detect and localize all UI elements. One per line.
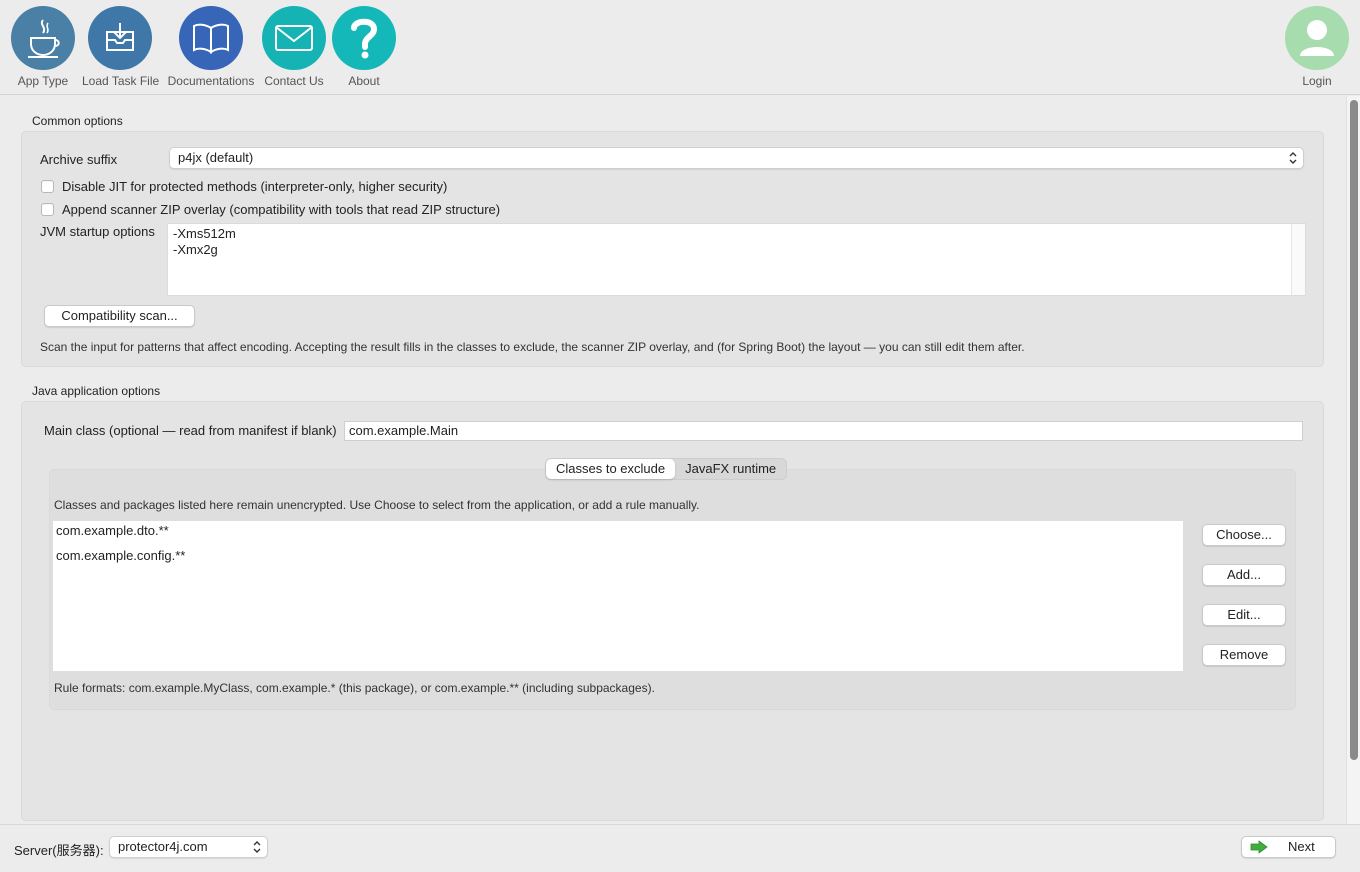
edit-button[interactable]: Edit... — [1202, 604, 1286, 626]
documentations-label: Documentations — [167, 74, 255, 88]
updown-chevron-icon — [1289, 152, 1297, 164]
java-options-title: Java application options — [32, 384, 161, 398]
login-label: Login — [1302, 74, 1332, 88]
append-zip-label: Append scanner ZIP overlay (compatibilit… — [62, 202, 501, 217]
scan-help-text: Scan the input for patterns that affect … — [40, 340, 1025, 354]
toolbar: App Type Load Task File Documentations C… — [0, 0, 1360, 95]
choose-button[interactable]: Choose... — [1202, 524, 1286, 546]
java-cup-icon — [11, 6, 75, 70]
app-type-button[interactable]: App Type — [10, 6, 76, 88]
documentations-button[interactable]: Documentations — [166, 6, 256, 88]
remove-button[interactable]: Remove — [1202, 644, 1286, 666]
main-scrollbar-thumb[interactable] — [1350, 100, 1358, 760]
append-zip-row[interactable]: Append scanner ZIP overlay (compatibilit… — [41, 202, 500, 217]
server-label: Server(服务器): — [14, 843, 104, 858]
jvm-options-textarea[interactable]: -Xms512m -Xmx2g — [167, 223, 1306, 296]
add-button[interactable]: Add... — [1202, 564, 1286, 586]
main-scrollbar[interactable] — [1346, 96, 1360, 824]
append-zip-checkbox[interactable] — [41, 203, 54, 216]
contact-us-button[interactable]: Contact Us — [261, 6, 327, 88]
compatibility-scan-button[interactable]: Compatibility scan... — [44, 305, 195, 327]
rule-formats-text: Rule formats: com.example.MyClass, com.e… — [54, 681, 655, 695]
next-button[interactable]: Next — [1241, 836, 1336, 858]
disable-jit-label: Disable JIT for protected methods (inter… — [62, 179, 448, 194]
next-label: Next — [1288, 839, 1315, 854]
login-button[interactable]: Login — [1284, 6, 1350, 88]
server-select[interactable]: protector4j.com — [109, 836, 268, 858]
user-avatar-icon — [1285, 6, 1349, 70]
archive-suffix-select[interactable]: p4jx (default) — [169, 147, 1304, 169]
server-value: protector4j.com — [118, 839, 208, 854]
load-task-file-button[interactable]: Load Task File — [82, 6, 160, 88]
load-task-file-label: Load Task File — [82, 74, 160, 88]
archive-suffix-value: p4jx (default) — [178, 150, 254, 165]
question-mark-icon — [332, 6, 396, 70]
jvm-option-line: -Xmx2g — [173, 242, 218, 257]
exclusion-tabs: Classes to exclude JavaFX runtime — [545, 458, 788, 480]
footer: Server(服务器): protector4j.com Next — [0, 824, 1360, 872]
main-scroll-area: Common options Archive suffix p4jx (defa… — [0, 96, 1360, 824]
jvm-options-label: JVM startup options — [40, 224, 155, 239]
main-class-input[interactable]: com.example.Main — [344, 421, 1303, 441]
main-class-label: Main class (optional — read from manifes… — [44, 423, 337, 438]
tab-classes-to-exclude[interactable]: Classes to exclude — [546, 459, 676, 479]
inbox-download-icon — [88, 6, 152, 70]
arrow-right-icon — [1250, 840, 1268, 854]
envelope-icon — [262, 6, 326, 70]
textarea-scrollbar[interactable] — [1291, 224, 1305, 295]
about-label: About — [348, 74, 380, 88]
about-button[interactable]: About — [331, 6, 397, 88]
open-book-icon — [179, 6, 243, 70]
tab-javafx-runtime[interactable]: JavaFX runtime — [675, 459, 786, 479]
list-item[interactable]: com.example.config.** — [56, 548, 185, 563]
disable-jit-row[interactable]: Disable JIT for protected methods (inter… — [41, 179, 447, 194]
common-options-title: Common options — [32, 114, 123, 128]
list-item[interactable]: com.example.dto.** — [56, 523, 169, 538]
exclusion-list[interactable]: com.example.dto.** com.example.config.** — [52, 520, 1184, 672]
archive-suffix-label: Archive suffix — [40, 152, 118, 167]
updown-chevron-icon — [253, 841, 261, 853]
exclude-help-text: Classes and packages listed here remain … — [54, 498, 700, 512]
app-type-label: App Type — [17, 74, 69, 88]
contact-us-label: Contact Us — [264, 74, 324, 88]
disable-jit-checkbox[interactable] — [41, 180, 54, 193]
jvm-option-line: -Xms512m — [173, 226, 236, 241]
